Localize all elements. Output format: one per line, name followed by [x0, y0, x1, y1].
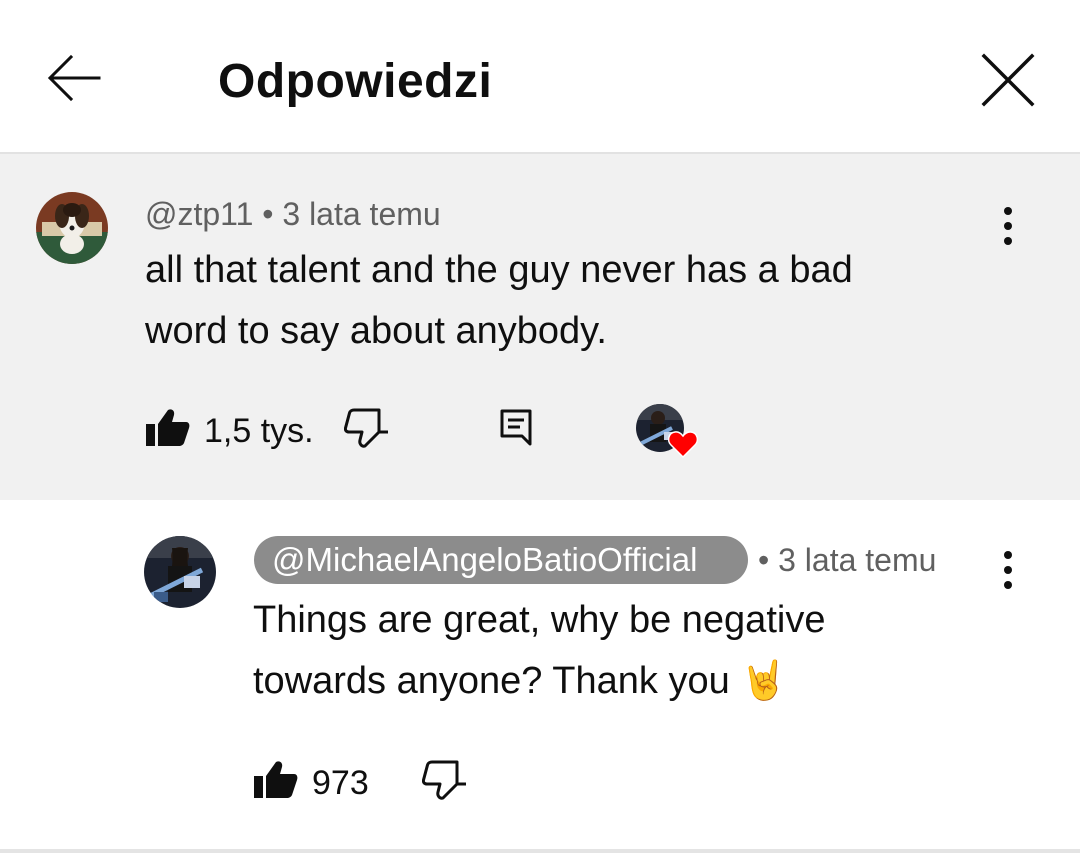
comment-author[interactable]: @ztp11 [145, 196, 253, 232]
comment-text: all that talent and the guy never has a … [145, 240, 853, 362]
avatar[interactable] [144, 536, 216, 608]
thumbs-up-filled-icon [254, 760, 298, 805]
back-button[interactable] [40, 52, 106, 108]
reply-text-line-2: towards anyone? Thank you 🤘 [253, 660, 788, 702]
like-count: 1,5 tys. [204, 411, 314, 450]
meta-separator: • [253, 196, 283, 232]
parent-comment: @ztp11 • 3 lata temu all that talent and… [0, 154, 1080, 500]
dislike-button[interactable] [421, 760, 466, 805]
more-options-button[interactable] [988, 542, 1028, 602]
creator-heart-badge [636, 404, 699, 463]
reply-time: 3 lata temu [778, 542, 937, 578]
comment-time: 3 lata temu [282, 196, 441, 232]
avatar[interactable] [36, 192, 108, 264]
comment-meta: @ztp11 • 3 lata temu [145, 194, 441, 234]
divider [0, 849, 1080, 853]
more-options-button[interactable] [988, 198, 1028, 258]
like-button[interactable]: 1,5 tys. [146, 408, 314, 453]
arrow-left-icon [45, 54, 101, 107]
reply-button[interactable] [500, 408, 532, 453]
more-vert-icon [1002, 550, 1014, 595]
reply-text-line: Things are great, why be negative [253, 599, 826, 641]
reply-text: Things are great, why be negative toward… [253, 590, 825, 712]
thumbs-up-filled-icon [146, 408, 190, 453]
replies-header: Odpowiedzi [0, 0, 1080, 154]
comment-text-line: word to say about anybody. [145, 310, 607, 352]
close-icon [980, 52, 1036, 113]
more-vert-icon [1002, 206, 1014, 251]
like-count: 973 [312, 763, 369, 802]
heart-icon [667, 430, 699, 463]
creator-author-chip[interactable]: @MichaelAngeloBatioOfficial [254, 536, 748, 584]
close-button[interactable] [976, 50, 1040, 114]
dislike-button[interactable] [343, 408, 388, 453]
reply-meta: • 3 lata temu [758, 540, 936, 580]
thumbs-down-icon [421, 760, 466, 805]
comment-text-line: all that talent and the guy never has a … [145, 249, 853, 291]
meta-separator: • [758, 542, 770, 578]
rock-hand-emoji: 🤘 [740, 660, 788, 702]
like-button[interactable]: 973 [254, 760, 369, 805]
comment-reply-icon [500, 408, 532, 453]
page-title: Odpowiedzi [218, 55, 493, 108]
thumbs-down-icon [343, 408, 388, 453]
